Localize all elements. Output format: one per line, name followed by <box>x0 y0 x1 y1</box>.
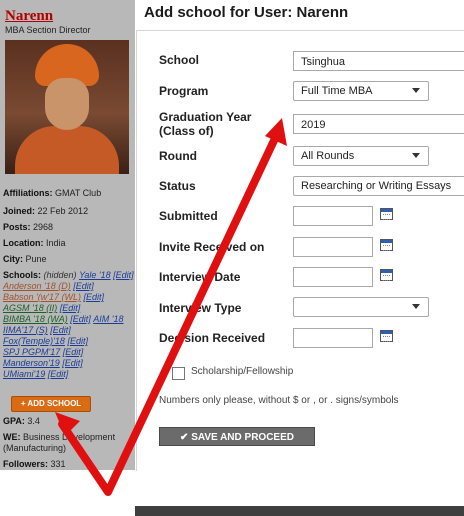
checkmark-icon: ✔ <box>180 432 189 443</box>
status-select[interactable]: Researching or Writing Essays <box>293 176 464 196</box>
school-entry: Babson '(w'17 (WL) [Edit] <box>3 292 104 302</box>
school-link[interactable]: IIMA'17 (S) <box>3 325 48 335</box>
edit-link[interactable]: [Edit] <box>50 325 71 335</box>
add-school-button[interactable]: + ADD SCHOOL <box>11 396 91 412</box>
chevron-down-icon <box>412 88 420 93</box>
school-entry: SPJ PGPM'17 [Edit] <box>3 347 83 357</box>
chevron-down-icon <box>412 153 420 158</box>
school-link[interactable]: Yale '18 <box>79 270 111 280</box>
save-and-proceed-button[interactable]: ✔ SAVE AND PROCEED <box>159 427 315 446</box>
school-entry: Fox(Temple)'18 [Edit] <box>3 336 88 346</box>
profile-sidebar: Narenn MBA Section Director Affiliations… <box>0 0 135 470</box>
calendar-icon[interactable] <box>380 330 393 342</box>
submitted-label: Submitted <box>159 209 218 223</box>
joined-row: Joined: 22 Feb 2012 <box>3 206 89 216</box>
school-link[interactable]: AIM '18 <box>93 314 123 324</box>
user-name-link[interactable]: Narenn <box>5 8 53 25</box>
calendar-icon[interactable] <box>380 239 393 251</box>
school-entry: BIMBA '18 (WA) [Edit] AIM '18 <box>3 314 124 324</box>
interview-date-input[interactable] <box>293 267 373 287</box>
school-link[interactable]: AGSM '18 (II) <box>3 303 57 313</box>
edit-link[interactable]: [Edit] <box>63 347 84 357</box>
interview-date-label: Interview Date <box>159 270 241 284</box>
round-select[interactable]: All Rounds <box>293 146 429 166</box>
chevron-down-icon <box>412 304 420 309</box>
decision-date-input[interactable] <box>293 328 373 348</box>
edit-link[interactable]: [Edit] <box>83 292 104 302</box>
numbers-note: Numbers only please, without $ or , or .… <box>159 395 399 406</box>
interview-type-label: Interview Type <box>159 301 242 315</box>
calendar-icon[interactable] <box>380 269 393 281</box>
invite-received-label: Invite Received on <box>159 240 265 254</box>
followers-row: Followers: 331 <box>3 459 66 469</box>
round-label: Round <box>159 149 197 163</box>
school-label: School <box>159 53 200 67</box>
school-link[interactable]: Fox(Temple)'18 <box>3 336 65 346</box>
school-link[interactable]: Babson '(w'17 (WL) <box>3 292 81 302</box>
school-entry: Manderson'19 [Edit] <box>3 358 83 368</box>
program-select[interactable]: Full Time MBA <box>293 81 429 101</box>
edit-link[interactable]: [Edit] <box>113 270 134 280</box>
affiliations-row: Affiliations: GMAT Club <box>3 188 102 198</box>
school-input[interactable]: Tsinghua <box>293 51 464 71</box>
submitted-date-input[interactable] <box>293 206 373 226</box>
school-link[interactable]: SPJ PGPM'17 <box>3 347 60 357</box>
user-role: MBA Section Director <box>5 25 91 35</box>
edit-link[interactable]: [Edit] <box>60 303 81 313</box>
edit-link[interactable]: [Edit] <box>62 358 83 368</box>
graduation-year-input[interactable]: 2019 <box>293 114 464 134</box>
location-row: Location: India <box>3 238 66 248</box>
avatar <box>5 40 129 174</box>
decision-received-label: Decision Received <box>159 331 266 345</box>
scholarship-label: Scholarship/Fellowship <box>191 366 294 377</box>
school-link[interactable]: Manderson'19 <box>3 358 60 368</box>
program-label: Program <box>159 84 209 98</box>
bottom-panel-bar <box>135 506 464 516</box>
scholarship-checkbox[interactable] <box>172 367 185 380</box>
posts-row: Posts: 2968 <box>3 222 54 232</box>
edit-link[interactable]: [Edit] <box>70 314 91 324</box>
calendar-icon[interactable] <box>380 208 393 220</box>
we-row-cont: (Manufacturing) <box>3 443 67 453</box>
school-entry: UMiami'19 [Edit] <box>3 369 68 379</box>
city-row: City: Pune <box>3 254 47 264</box>
edit-link[interactable]: [Edit] <box>73 281 94 291</box>
school-entry: IIMA'17 (S) [Edit] <box>3 325 71 335</box>
school-link[interactable]: BIMBA '18 (WA) <box>3 314 68 324</box>
interview-type-select[interactable] <box>293 297 429 317</box>
gpa-row: GPA: 3.4 <box>3 416 40 426</box>
status-label: Status <box>159 179 196 193</box>
we-row: WE: Business Development <box>3 432 116 442</box>
page-title: Add school for User: Narenn <box>144 4 349 21</box>
graduation-year-label: Graduation Year (Class of) <box>159 110 252 138</box>
school-link[interactable]: UMiami'19 <box>3 369 45 379</box>
school-link[interactable]: Anderson '18 (D) <box>3 281 71 291</box>
schools-row: Schools: (hidden) Yale '18 [Edit] <box>3 270 134 280</box>
school-entry: Anderson '18 (D) [Edit] <box>3 281 94 291</box>
invite-date-input[interactable] <box>293 237 373 257</box>
edit-link[interactable]: [Edit] <box>67 336 88 346</box>
edit-link[interactable]: [Edit] <box>48 369 69 379</box>
school-entry: AGSM '18 (II) [Edit] <box>3 303 80 313</box>
